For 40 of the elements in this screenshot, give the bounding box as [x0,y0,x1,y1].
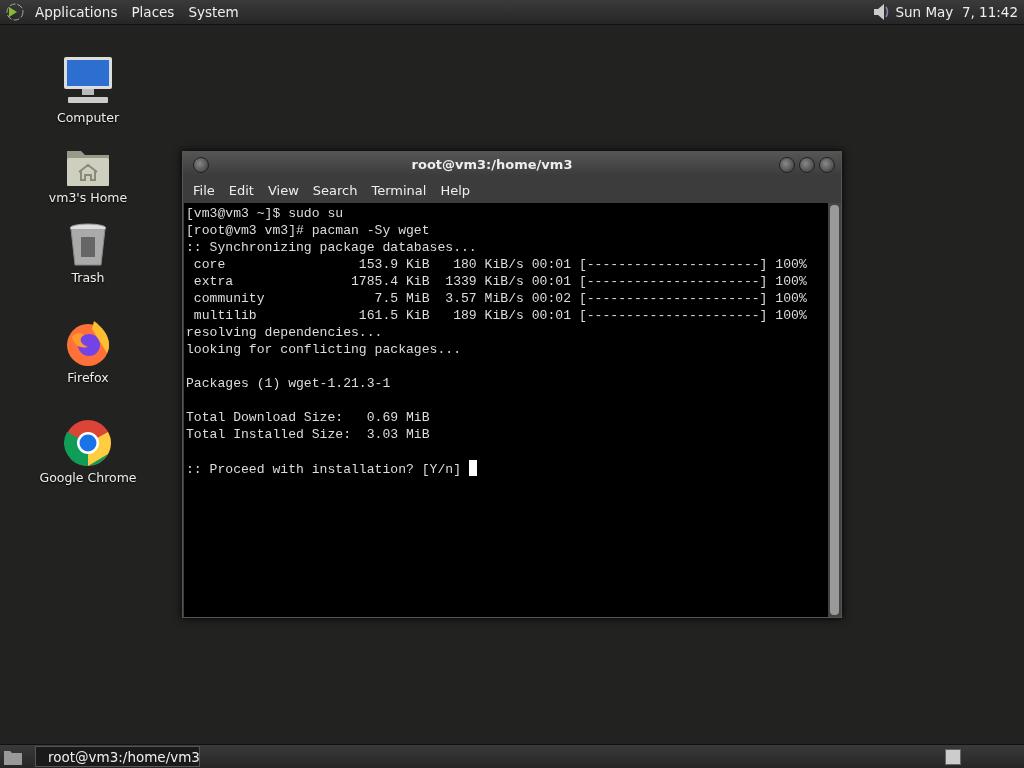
menu-item[interactable]: Help [434,182,477,198]
desktop-icon-label[interactable]: Trash [71,270,105,285]
terminal-line: Total Download Size: 0.69 MiB [186,410,430,425]
menu-item[interactable]: Terminal [365,182,433,198]
panel-menu[interactable]: Places [126,4,180,20]
menu-item[interactable]: View [261,182,305,198]
desktop-icon-label[interactable]: Firefox [67,370,109,385]
scrollbar[interactable] [828,203,841,617]
trash-icon[interactable] [69,223,107,267]
terminal-line: core 153.9 KiB 180 KiB/s 00:01 [----------------------] 100% [192,257,807,272]
minimize-button[interactable] [779,156,795,173]
terminal-line: community 7.5 MiB 3.57 MiB/s 00:02 [----------------------] 100% [192,291,807,306]
terminal-line: [vm3@vm3 ~]$ sudo su [186,206,344,221]
maximize-button[interactable] [799,156,815,173]
desktop-icon-label[interactable]: Computer [56,110,120,125]
workspace-switcher[interactable] [945,748,961,765]
desktop-icon-label[interactable]: Google Chrome [39,470,137,485]
firefox-icon[interactable] [64,319,112,367]
terminal-line: Packages (1) wget-1.21.3-1 [186,376,391,391]
terminal-line: extra 1785.4 KiB 1339 KiB/s 00:01 [----------------------] 100% [192,274,807,289]
menu-item[interactable]: File [187,182,221,198]
window-title: root@vm3:/home/vm3 [410,157,574,172]
clock[interactable]: Sun May 7, 11:42 [895,4,1018,20]
terminal-line: Total Installed Size: 3.03 MiB [186,427,430,442]
chrome-icon[interactable] [64,419,112,467]
desktop-icon-label[interactable]: vm3's Home [48,190,128,205]
terminal-line: :: Proceed with installation? [Y/n] [186,462,462,477]
menu-item[interactable]: Search [306,182,364,198]
terminal-line: [root@vm3 vm3]# pacman -Sy wget [186,223,430,238]
gnome-foot-icon[interactable] [4,2,26,22]
terminal-line: multilib 161.5 KiB 189 KiB/s 00:01 [----------------------] 100% [192,308,807,323]
terminal-line: :: Synchronizing package databases... [186,240,477,255]
menu-item[interactable]: Edit [222,182,260,198]
close-button[interactable] [819,156,835,173]
window-menu-button[interactable] [193,156,209,173]
terminal-line: looking for conflicting packages... [186,342,461,357]
terminal-line: resolving dependencies... [186,325,383,340]
taskbar-button[interactable]: root@vm3:/home/vm3 [35,746,200,767]
panel-menu[interactable]: System [183,4,244,20]
panel-menu[interactable]: Applications [30,4,123,20]
